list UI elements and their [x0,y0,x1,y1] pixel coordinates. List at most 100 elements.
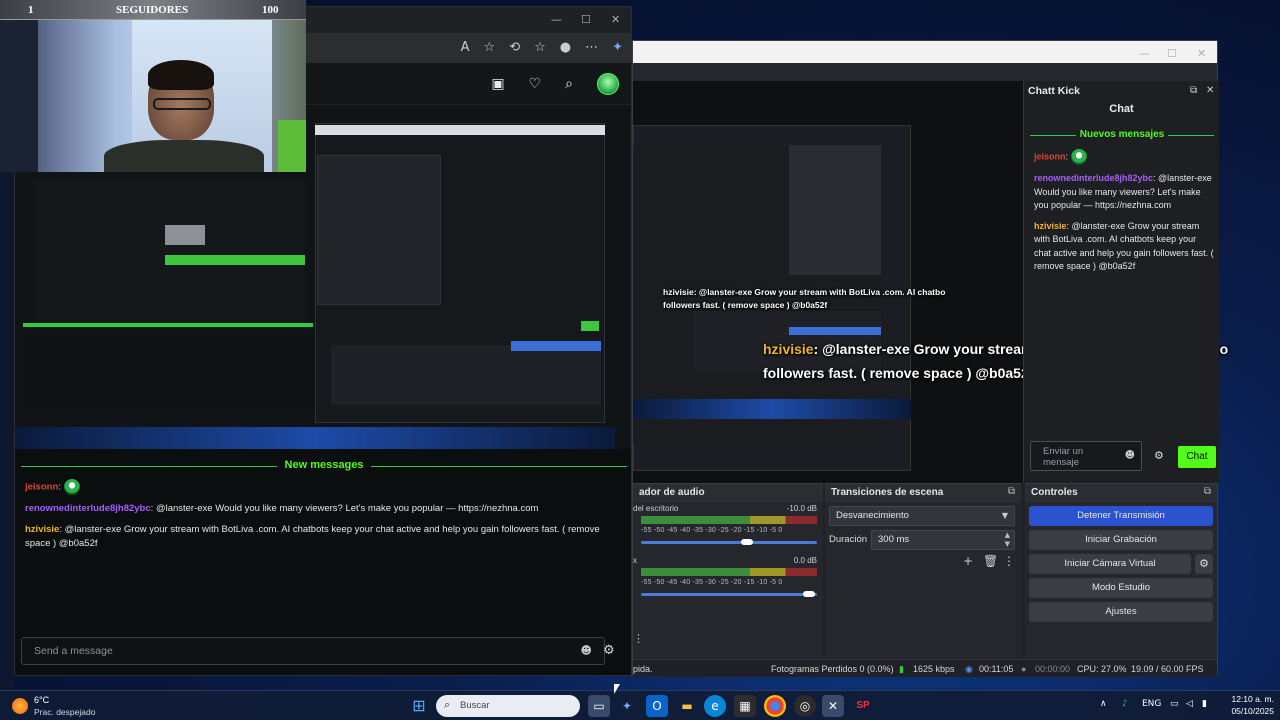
mixer-title: ador de audio [639,487,705,498]
microphone-icon[interactable]: ♪ [1122,699,1128,709]
volume-icon[interactable]: ◁ [1186,699,1193,709]
meter-scale: -55 -50 -45 -40 -35 -30 -25 -20 -15 -10 … [641,527,783,534]
chat-message: jeisonn: [1034,149,1214,165]
volume-meter [641,516,817,524]
panel-float-icon[interactable]: ⧉ [1008,486,1015,497]
emoji-icon[interactable]: ☻ [581,644,592,657]
status-text: pida. [633,664,653,674]
record-icon: ● [1021,664,1027,674]
maximize-icon[interactable]: ☐ [581,13,591,26]
file-explorer-icon[interactable]: ▬ [676,695,698,717]
clock[interactable]: 12:10 a. m. 05/10/2025 [1224,693,1274,717]
dock-close-icon[interactable]: ✕ [1206,85,1214,96]
calendar-icon[interactable]: ▣ [491,76,504,92]
weather-sun-icon [12,698,28,714]
chat-username[interactable]: renownedinterlude8jh82ybc [1034,173,1153,183]
follower-count: 1 [28,4,34,16]
more-vertical-icon[interactable]: ⋮ [1003,554,1015,568]
stop-stream-button[interactable]: Detener Transmisión [1029,506,1213,526]
chat-message: renownedinterlude8jh82ybc: @lanster-exe … [1034,173,1212,210]
new-messages-divider: New messages [21,459,627,473]
volume-slider-knob[interactable] [741,539,753,545]
favorites-icon[interactable]: ☆ [534,40,546,55]
emoji-icon[interactable]: ☻ [1125,450,1135,461]
volume-slider-knob[interactable] [803,591,815,597]
virtual-camera-gear-icon[interactable]: ⚙ [1195,554,1213,574]
dock-settings-gear-icon[interactable]: ⚙ [1154,449,1164,462]
outlook-icon[interactable]: O [646,695,668,717]
store-icon[interactable]: ▦ [734,695,756,717]
favorite-star-icon[interactable]: ☆ [484,40,496,55]
stream-time: 00:11:05 [979,664,1014,674]
add-icon[interactable]: + [963,554,973,568]
user-avatar[interactable] [597,73,619,95]
panel-float-icon[interactable]: ⧉ [1204,486,1211,497]
read-aloud-icon[interactable]: A [461,40,470,55]
chat-username[interactable]: renownedinterlude8jh82ybc [25,503,151,514]
dock-title: Chatt Kick [1028,85,1080,97]
start-recording-button[interactable]: Iniciar Grabación [1029,530,1213,550]
chat-username[interactable]: hzivisie [1034,221,1067,231]
settings-button[interactable]: Ajustes [1029,602,1213,622]
chrome-icon[interactable] [764,695,786,717]
taskbar-search[interactable]: ⌕ Buscar [436,695,580,717]
chat-username[interactable]: hzivisie [25,524,59,535]
trash-icon[interactable]: 🗑 [983,554,998,568]
edge-icon[interactable]: e [704,695,726,717]
app-icon[interactable]: ✕ [822,695,844,717]
network-icon[interactable]: ▭ [1170,699,1179,709]
dock-message-input[interactable]: Enviar un mensaje ☻ [1030,441,1142,471]
nested-window [317,155,441,305]
language-indicator[interactable]: ENG [1142,699,1161,709]
copilot-icon[interactable]: ✦ [612,40,623,55]
copilot-icon[interactable]: ✦ [616,695,638,717]
mixer-track-name: del escritorio [633,504,679,513]
tray-chevron-up-icon[interactable]: ∧ [1100,699,1107,709]
mixer-menu-icon[interactable]: ⋮ [633,632,644,645]
scene-transitions-panel: Transiciones de escena ⧉ Desvanecimiento… [825,483,1021,659]
volume-slider[interactable] [641,541,817,544]
profile-icon[interactable]: ● [560,40,571,55]
obs-close-icon[interactable]: ✕ [1197,47,1206,60]
start-windows-icon[interactable]: ⊞ [408,695,430,717]
close-icon[interactable]: ✕ [611,13,620,26]
record-time: 00:00:00 [1035,664,1071,674]
meter-scale: -55 -50 -45 -40 -35 -30 -25 -20 -15 -10 … [641,579,783,586]
send-message-input[interactable]: Send a message ☻ [21,637,605,665]
obs-icon[interactable]: ◎ [794,695,816,717]
obs-maximize-icon[interactable]: ☐ [1167,47,1177,60]
mixer-track-name: x [633,556,637,565]
task-view-icon[interactable]: ▭ [588,695,610,717]
extensions-icon[interactable]: ⟲ [509,40,520,55]
mixer-track-db: -10.0 dB [786,504,817,513]
chat-message: hzivisie: @lanster-exe Grow your stream … [1034,220,1214,272]
heart-icon[interactable]: ♡ [529,76,542,92]
chat-username[interactable]: jeisonn [1034,151,1066,161]
search-icon[interactable]: ⌕ [565,76,573,92]
transition-select[interactable]: Desvanecimiento ▼ [829,506,1015,526]
dropped-frames: Fotogramas Perdidos 0 (0.0%) [771,664,894,674]
battery-icon[interactable]: ▮ [1202,699,1207,709]
chat-username[interactable]: jeisonn [25,482,58,493]
spinner-icon[interactable]: ▲ ▼ [1005,531,1010,549]
obs-minimize-icon[interactable]: — [1139,47,1150,60]
more-menu-icon[interactable]: ⋯ [585,40,598,55]
duration-input[interactable]: 300 ms ▲ ▼ [871,530,1015,550]
dock-float-icon[interactable]: ⧉ [1190,85,1197,96]
chat-send-button[interactable]: Chat [1178,446,1216,468]
minimize-icon[interactable]: — [551,13,562,26]
studio-mode-button[interactable]: Modo Estudio [1029,578,1213,598]
obs-titlebar [633,41,1217,63]
dock-message-list: jeisonn: renownedinterlude8jh82ybc: @lan… [1034,149,1214,281]
search-icon: ⌕ [444,698,451,711]
chat-settings-gear-icon[interactable]: ⚙ [603,643,615,658]
chat-message: renownedinterlude8jh82ybc: @lanster-exe … [25,503,539,514]
kick-chat-dock: Chatt Kick ⧉ ✕ Chat Nuevos mensajes jeis… [1023,81,1219,483]
follower-goal-bar: 1 SEGUIDORES 100 [0,0,306,20]
obs-preview[interactable]: hzivisie: @lanster-exe Grow your stream … [633,81,1023,483]
streamplus-icon[interactable]: SP [852,695,874,717]
start-virtual-camera-button[interactable]: Iniciar Cámara Virtual [1029,554,1191,574]
search-placeholder: Buscar [460,700,490,711]
volume-slider[interactable] [641,593,817,596]
dock-subtitle: Chat [1109,103,1134,115]
